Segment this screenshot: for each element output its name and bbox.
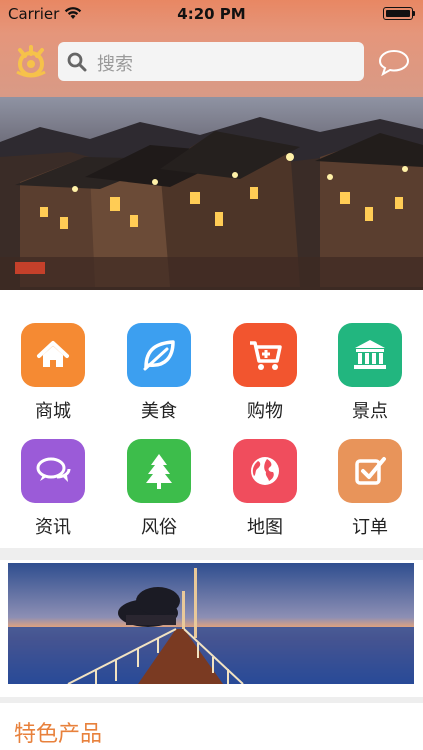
category-orders[interactable]: 订单 — [317, 439, 423, 555]
home-icon — [21, 323, 85, 387]
category-label: 购物 — [247, 401, 283, 422]
category-label: 风俗 — [141, 517, 177, 538]
category-customs[interactable]: 风俗 — [106, 439, 212, 555]
tree-icon — [127, 439, 191, 503]
category-food[interactable]: 美食 — [106, 323, 212, 439]
category-label: 景点 — [352, 401, 388, 422]
category-shopping[interactable]: 购物 — [212, 323, 318, 439]
clock: 4:20 PM — [177, 5, 246, 23]
category-map[interactable]: 地图 — [212, 439, 318, 555]
search-bar[interactable]: 搜索 — [58, 42, 364, 81]
checkbox-icon — [338, 439, 402, 503]
section-divider — [0, 697, 423, 703]
category-label: 资讯 — [35, 517, 71, 538]
category-label: 订单 — [352, 517, 388, 538]
category-label: 地图 — [247, 517, 283, 538]
chat-icon — [21, 439, 85, 503]
search-placeholder: 搜索 — [97, 54, 133, 75]
museum-icon — [338, 323, 402, 387]
category-news[interactable]: 资讯 — [0, 439, 106, 555]
category-attractions[interactable]: 景点 — [317, 323, 423, 439]
promo-banner[interactable] — [8, 563, 414, 684]
hero-banner[interactable] — [0, 97, 423, 290]
cart-icon — [233, 323, 297, 387]
night-town-photo — [0, 117, 423, 290]
search-icon — [67, 52, 87, 72]
battery-icon — [383, 7, 413, 20]
status-bar: Carrier 4:20 PM — [0, 0, 423, 27]
leaf-icon — [127, 323, 191, 387]
category-shop[interactable]: 商城 — [0, 323, 106, 439]
section-title: 特色产品 — [14, 722, 103, 747]
chat-bubble-icon[interactable] — [378, 48, 410, 76]
section-divider — [0, 548, 423, 560]
lake-pier-photo — [8, 563, 414, 684]
globe-icon — [233, 439, 297, 503]
category-label: 美食 — [141, 401, 177, 422]
battery-tip — [413, 11, 415, 16]
category-label: 商城 — [35, 401, 71, 422]
app-logo-icon[interactable] — [14, 44, 48, 78]
